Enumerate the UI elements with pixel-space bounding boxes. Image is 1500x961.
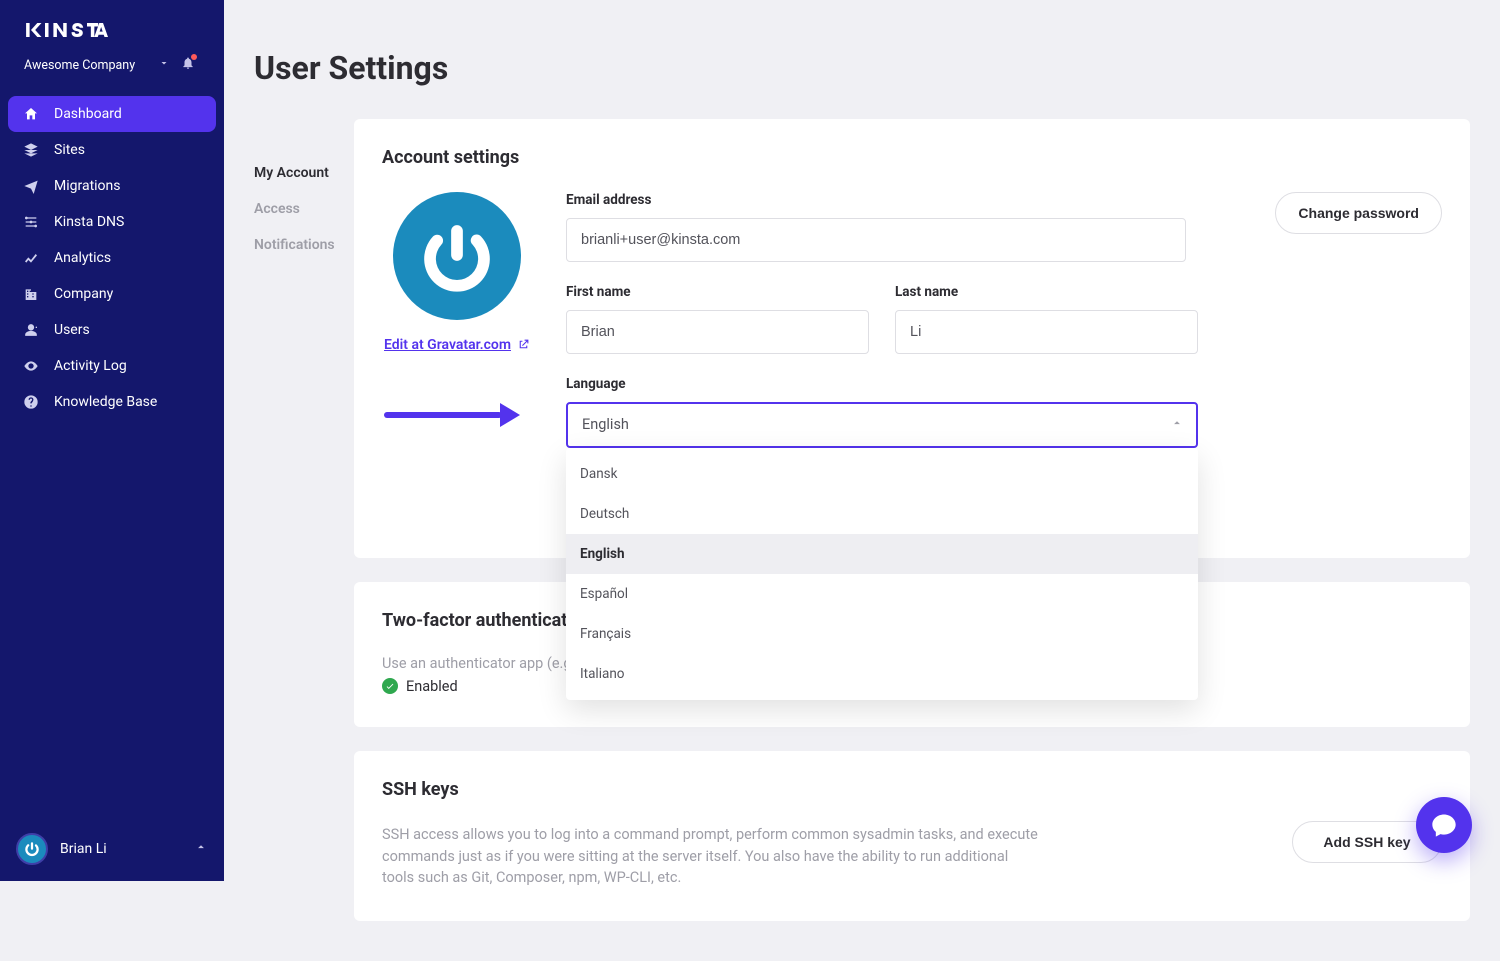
sidebar-item-activity-log[interactable]: Activity Log <box>8 348 216 384</box>
sidebar-item-label: Sites <box>54 142 85 158</box>
language-value: English <box>582 416 629 433</box>
twofa-status: Enabled <box>406 678 458 695</box>
sidebar-item-dashboard[interactable]: Dashboard <box>8 96 216 132</box>
language-option[interactable]: Italiano <box>566 654 1198 694</box>
user-avatar-small <box>16 833 48 865</box>
question-circle-icon <box>22 393 40 411</box>
company-switcher[interactable]: Awesome Company <box>0 50 224 92</box>
sidebar-user-name: Brian Li <box>60 841 107 857</box>
subnav-access[interactable]: Access <box>254 191 354 227</box>
dns-icon <box>22 213 40 231</box>
layers-icon <box>22 141 40 159</box>
sidebar-item-knowledge-base[interactable]: Knowledge Base <box>8 384 216 420</box>
user-avatar-large <box>393 192 521 320</box>
sidebar-item-analytics[interactable]: Analytics <box>8 240 216 276</box>
sidebar-item-label: Knowledge Base <box>54 394 157 410</box>
language-option[interactable]: English <box>566 534 1198 574</box>
check-circle-icon <box>382 678 398 694</box>
sidebar-item-label: Dashboard <box>54 106 122 122</box>
subnav-notifications[interactable]: Notifications <box>254 227 354 263</box>
first-name-input[interactable] <box>566 310 869 354</box>
change-password-button[interactable]: Change password <box>1275 192 1442 234</box>
sidebar-item-migrations[interactable]: Migrations <box>8 168 216 204</box>
sidebar-item-label: Users <box>54 322 90 338</box>
sidebar-item-company[interactable]: Company <box>8 276 216 312</box>
chevron-down-icon <box>152 57 176 73</box>
last-name-input[interactable] <box>895 310 1198 354</box>
sidebar: Awesome Company Dashboard Sites Migratio… <box>0 0 224 881</box>
subnav-my-account[interactable]: My Account <box>254 155 354 191</box>
sidebar-user-menu[interactable]: Brian Li <box>0 821 224 881</box>
sidebar-item-users[interactable]: Users <box>8 312 216 348</box>
main-content: User Settings My Account Access Notifica… <box>224 21 1500 961</box>
language-option[interactable]: Français <box>566 614 1198 654</box>
last-name-label: Last name <box>895 284 1198 300</box>
eye-icon <box>22 357 40 375</box>
email-label: Email address <box>566 192 1186 208</box>
language-option[interactable]: Español <box>566 574 1198 614</box>
users-icon <box>22 321 40 339</box>
language-select[interactable]: English <box>566 402 1198 448</box>
settings-subnav: My Account Access Notifications <box>254 119 354 263</box>
language-dropdown: Dansk Deutsch English Español Français I… <box>566 448 1198 700</box>
plane-icon <box>22 177 40 195</box>
brand-logo[interactable] <box>0 0 224 50</box>
sidebar-item-sites[interactable]: Sites <box>8 132 216 168</box>
sidebar-item-label: Activity Log <box>54 358 127 374</box>
card-title: SSH keys <box>382 779 1292 800</box>
company-name: Awesome Company <box>24 58 152 73</box>
chat-icon <box>1430 811 1458 839</box>
notifications-bell[interactable] <box>176 56 200 74</box>
account-settings-card: Account settings Edit at Gravatar.com <box>354 119 1470 558</box>
chevron-up-icon <box>194 840 208 858</box>
first-name-label: First name <box>566 284 869 300</box>
language-option[interactable]: Deutsch <box>566 494 1198 534</box>
edit-gravatar-link[interactable]: Edit at Gravatar.com <box>384 337 530 353</box>
email-input[interactable] <box>566 218 1186 262</box>
house-icon <box>22 105 40 123</box>
page-title: User Settings <box>224 21 1500 97</box>
sidebar-item-kinsta-dns[interactable]: Kinsta DNS <box>8 204 216 240</box>
sidebar-item-label: Analytics <box>54 250 111 266</box>
building-icon <box>22 285 40 303</box>
ssh-card: SSH keys SSH access allows you to log in… <box>354 751 1470 921</box>
ssh-description: SSH access allows you to log into a comm… <box>382 824 1042 889</box>
sidebar-item-label: Company <box>54 286 113 302</box>
chat-button[interactable] <box>1416 797 1472 853</box>
chart-line-icon <box>22 249 40 267</box>
notification-dot-icon <box>191 54 197 60</box>
external-link-icon <box>517 338 530 351</box>
card-title: Account settings <box>382 147 1442 168</box>
sidebar-item-label: Kinsta DNS <box>54 214 124 230</box>
language-option[interactable]: Dansk <box>566 454 1198 494</box>
chevron-up-icon <box>1170 416 1184 434</box>
power-icon <box>418 217 496 295</box>
power-icon <box>23 840 41 858</box>
kinsta-logo-icon <box>24 20 108 40</box>
sidebar-nav: Dashboard Sites Migrations Kinsta DNS An… <box>0 92 224 424</box>
sidebar-item-label: Migrations <box>54 178 121 194</box>
language-label: Language <box>566 376 1198 392</box>
